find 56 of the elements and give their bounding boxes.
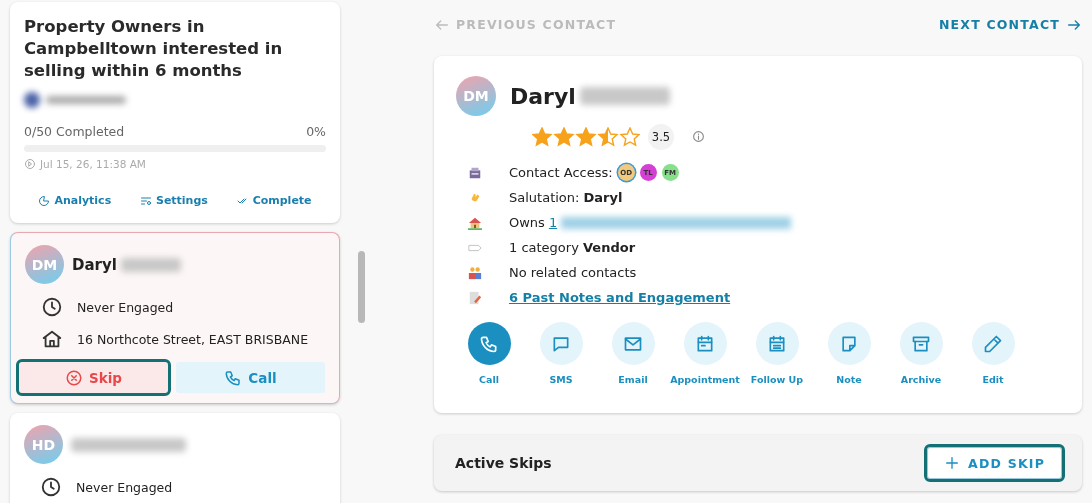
progress-percent: 0% [306, 124, 326, 139]
action-button[interactable]: Follow Up [744, 322, 810, 385]
campaign-title: Property Owners in Campbelltown interested in selling within 6 months [24, 16, 284, 82]
pencil-icon [983, 333, 1003, 354]
x-circle-icon [65, 368, 83, 387]
memo-pencil-icon [468, 290, 482, 305]
detail-text: Contact Access: [509, 165, 613, 180]
avatar: DM [456, 76, 496, 116]
skip-button[interactable]: Skip [19, 362, 168, 393]
detail-text: Salutation: Daryl [509, 190, 623, 205]
notes-link[interactable]: 6 Past Notes and Engagement [509, 290, 731, 305]
blurred-name [120, 257, 181, 272]
detail-text: No related contacts [509, 265, 637, 280]
calendar-icon [767, 333, 787, 354]
action-button[interactable]: Edit [960, 322, 1026, 385]
avatar: DM [25, 245, 64, 284]
add-skip-button[interactable]: ADD SKIP [927, 447, 1062, 479]
detail-text: Owns [509, 215, 545, 230]
action-button[interactable]: Appointment [672, 322, 738, 385]
campaign-action-button[interactable]: Complete [234, 192, 314, 209]
property-link[interactable]: 1 [548, 215, 558, 230]
contact-name: Daryl [510, 83, 576, 109]
action-button[interactable]: Call [456, 322, 522, 385]
call-button[interactable]: Call [176, 362, 325, 393]
action-button[interactable]: Email [600, 322, 666, 385]
phone-icon [224, 368, 243, 387]
contact-name: Daryl [72, 255, 117, 274]
contact-detail: Never Engaged [76, 479, 173, 495]
campaign-action-button[interactable]: Analytics [36, 192, 114, 209]
avatar: HD [24, 425, 63, 464]
detail-text: 1 category Vendor [509, 240, 636, 255]
house-icon [41, 328, 63, 350]
cabinet-icon [468, 165, 482, 180]
sliders-icon [139, 194, 152, 207]
action-button[interactable]: Archive [888, 322, 954, 385]
info-icon [692, 129, 705, 143]
contact-detail: Never Engaged [77, 299, 174, 315]
action-button[interactable]: SMS [528, 322, 594, 385]
contact-detail: 16 Northcote Street, EAST BRISBANE [77, 331, 309, 347]
clock-icon [41, 296, 63, 318]
progress-label: 0/50 Completed [24, 124, 125, 139]
panel-title: Active Skips [455, 455, 552, 471]
plus-icon [944, 455, 961, 471]
pie-chart-icon [38, 194, 51, 207]
contact-card[interactable]: HD Never Engaged [10, 413, 340, 503]
rating-value: 3.5 [648, 124, 674, 150]
calendar-icon [695, 333, 715, 354]
house-icon [468, 215, 482, 230]
next-contact-link[interactable]: NEXT CONTACT [938, 16, 1082, 33]
campaign-action-button[interactable]: Settings [137, 192, 210, 209]
play-circle-icon [24, 158, 36, 170]
action-button[interactable]: Note [816, 322, 882, 385]
campaign-date: Jul 15, 26, 11:38 AM [40, 158, 146, 170]
people-icon [468, 265, 482, 280]
contact-card[interactable]: DM Daryl Never Engaged 16 Northcote Street, EAST BRISBANE Skip Call [10, 232, 340, 404]
clock-icon [40, 476, 62, 498]
